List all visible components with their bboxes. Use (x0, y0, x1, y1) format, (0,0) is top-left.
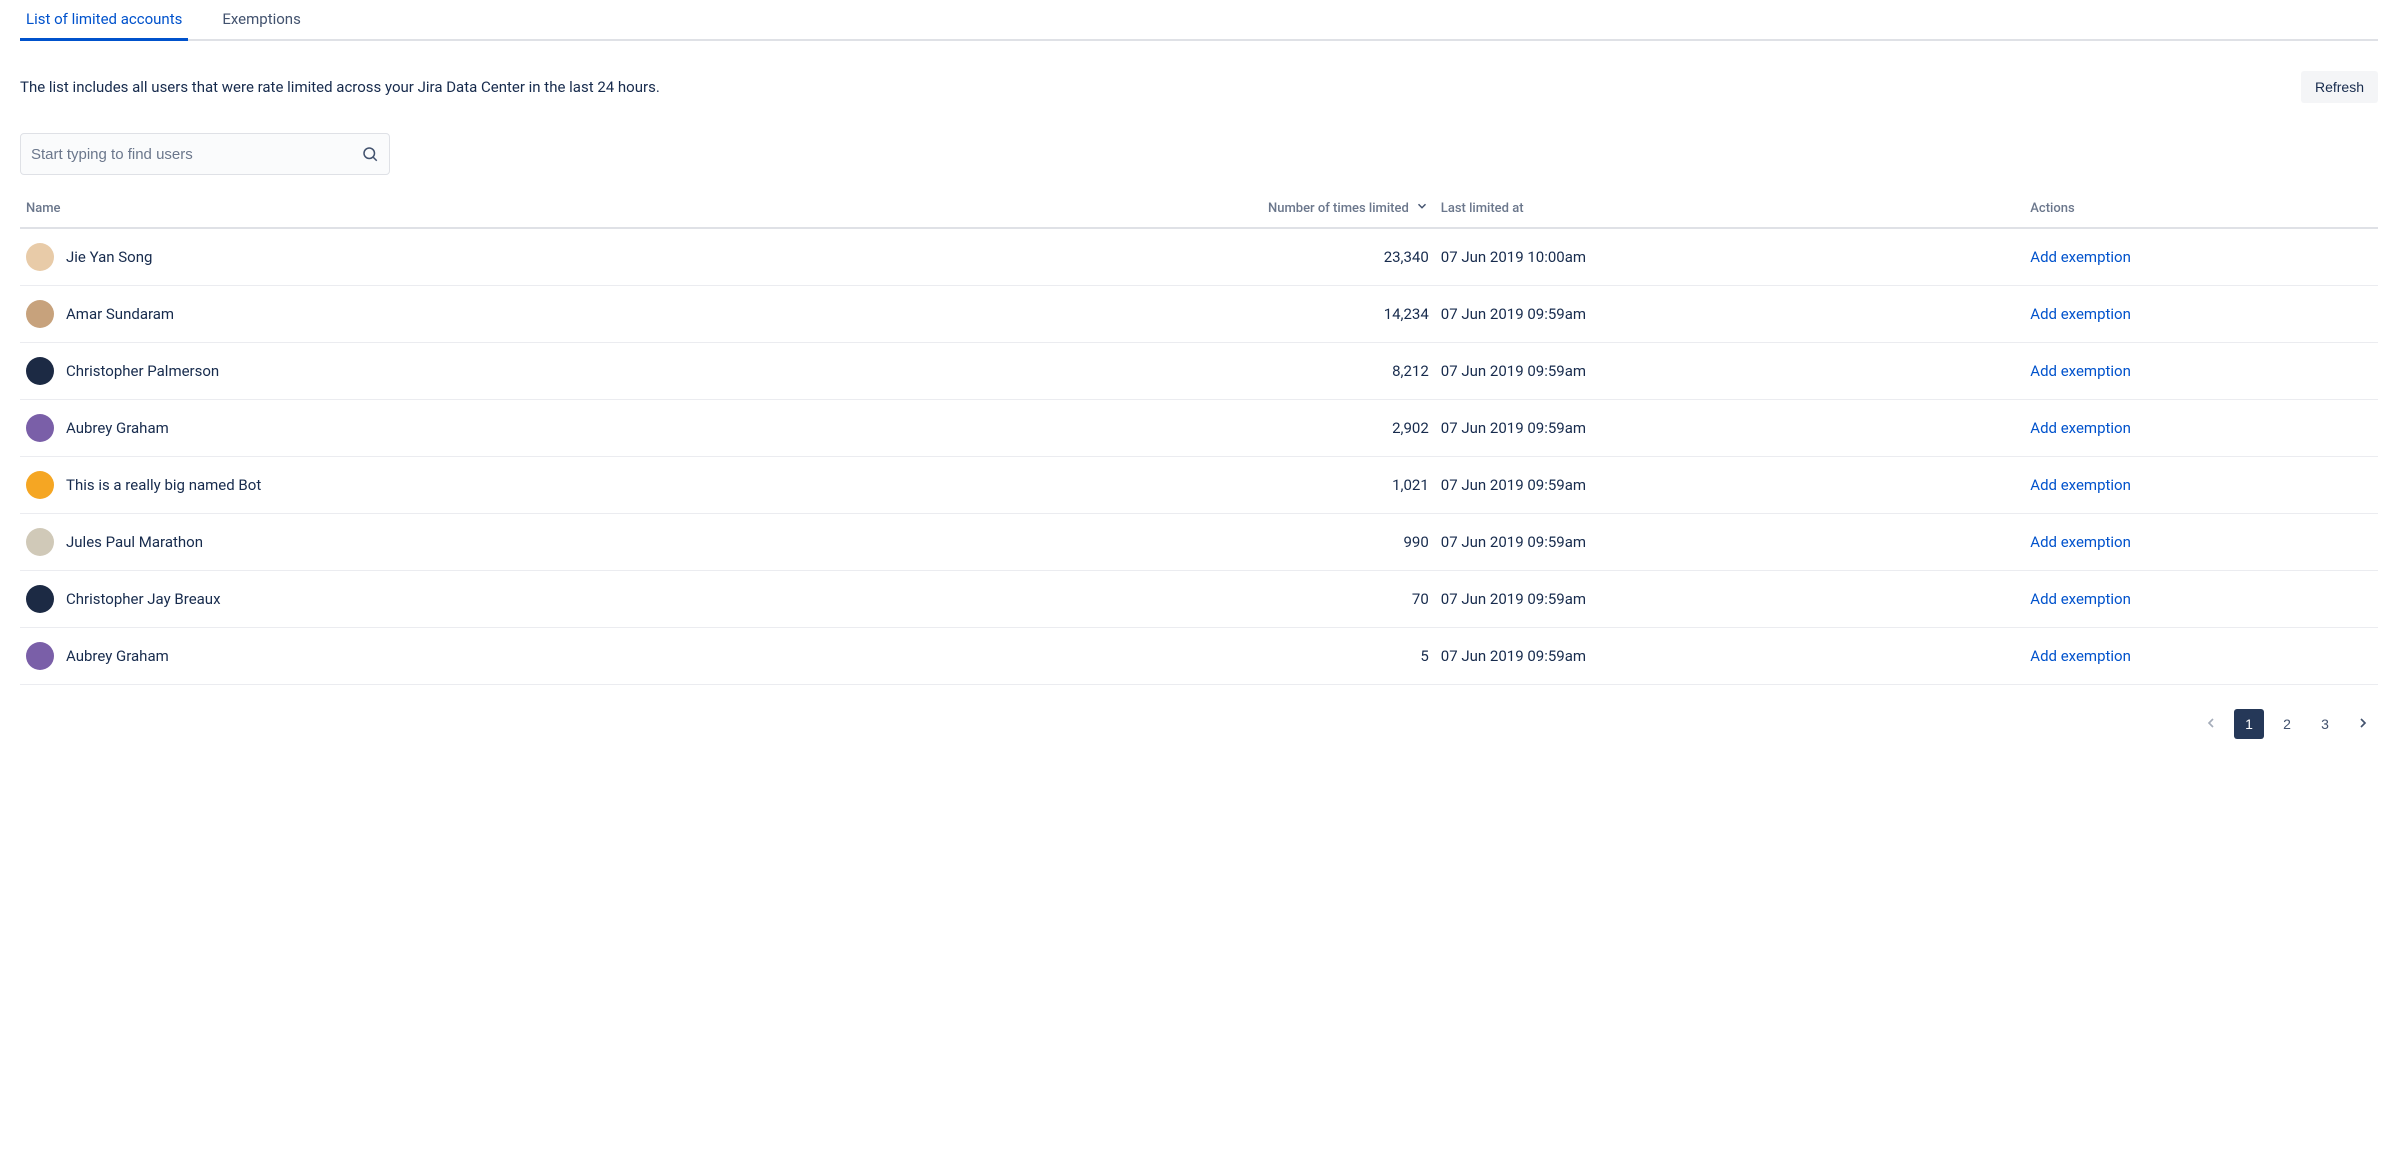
search-input-wrapper[interactable] (20, 133, 390, 175)
user-name: Jules Paul Marathon (66, 533, 203, 551)
cell-last-limited: 07 Jun 2019 09:59am (1435, 571, 2025, 628)
cell-actions: Add exemption (2024, 628, 2378, 685)
chevron-left-icon (2203, 715, 2219, 734)
cell-name: Christopher Palmerson (20, 343, 1010, 400)
cell-name: This is a really big named Bot (20, 457, 1010, 514)
chevron-down-icon (1415, 199, 1429, 217)
cell-name: Jie Yan Song (20, 228, 1010, 286)
column-header-last[interactable]: Last limited at (1435, 191, 2025, 228)
pagination-page-3[interactable]: 3 (2310, 709, 2340, 739)
user-name: Christopher Palmerson (66, 362, 219, 380)
description-text: The list includes all users that were ra… (20, 78, 660, 96)
cell-last-limited: 07 Jun 2019 09:59am (1435, 628, 2025, 685)
search-input[interactable] (31, 146, 361, 163)
table-row: Christopher Jay Breaux 7007 Jun 2019 09:5… (20, 571, 2378, 628)
cell-last-limited: 07 Jun 2019 09:59am (1435, 457, 2025, 514)
cell-count: 990 (1010, 514, 1434, 571)
user-name: Jie Yan Song (66, 248, 152, 266)
user-name: Amar Sundaram (66, 305, 174, 323)
cell-count: 70 (1010, 571, 1434, 628)
avatar (26, 300, 54, 328)
cell-name: Aubrey Graham (20, 628, 1010, 685)
pagination-page-1[interactable]: 1 (2234, 709, 2264, 739)
cell-actions: Add exemption (2024, 514, 2378, 571)
column-header-actions: Actions (2024, 191, 2378, 228)
pagination-page-2[interactable]: 2 (2272, 709, 2302, 739)
table-row: Jie Yan Song 23,34007 Jun 2019 10:00am Add… (20, 228, 2378, 286)
cell-actions: Add exemption (2024, 571, 2378, 628)
cell-count: 8,212 (1010, 343, 1434, 400)
cell-actions: Add exemption (2024, 286, 2378, 343)
add-exemption-link[interactable]: Add exemption (2030, 590, 2131, 608)
chevron-right-icon (2355, 715, 2371, 734)
table-row: This is a really big named Bot 1,02107 Ju… (20, 457, 2378, 514)
refresh-button[interactable]: Refresh (2301, 71, 2378, 103)
cell-count: 5 (1010, 628, 1434, 685)
tab-exemptions[interactable]: Exemptions (216, 2, 307, 41)
cell-actions: Add exemption (2024, 457, 2378, 514)
cell-count: 1,021 (1010, 457, 1434, 514)
cell-count: 2,902 (1010, 400, 1434, 457)
user-name: Christopher Jay Breaux (66, 590, 221, 608)
pagination-next[interactable] (2348, 709, 2378, 739)
cell-last-limited: 07 Jun 2019 09:59am (1435, 343, 2025, 400)
description-row: The list includes all users that were ra… (20, 71, 2378, 103)
pagination-prev[interactable] (2196, 709, 2226, 739)
avatar (26, 585, 54, 613)
column-header-count-label: Number of times limited (1268, 201, 1409, 216)
tabs-bar: List of limited accounts Exemptions (20, 0, 2378, 41)
cell-name: Amar Sundaram (20, 286, 1010, 343)
pagination: 123 (20, 709, 2378, 779)
add-exemption-link[interactable]: Add exemption (2030, 248, 2131, 266)
table-row: Jules Paul Marathon 99007 Jun 2019 09:59a… (20, 514, 2378, 571)
column-header-count[interactable]: Number of times limited (1010, 191, 1434, 228)
tab-limited-accounts[interactable]: List of limited accounts (20, 2, 188, 41)
cell-last-limited: 07 Jun 2019 09:59am (1435, 286, 2025, 343)
add-exemption-link[interactable]: Add exemption (2030, 647, 2131, 665)
cell-name: Jules Paul Marathon (20, 514, 1010, 571)
cell-last-limited: 07 Jun 2019 09:59am (1435, 514, 2025, 571)
user-name: Aubrey Graham (66, 647, 169, 665)
cell-actions: Add exemption (2024, 400, 2378, 457)
add-exemption-link[interactable]: Add exemption (2030, 362, 2131, 380)
table-row: Amar Sundaram 14,23407 Jun 2019 09:59am Ad… (20, 286, 2378, 343)
add-exemption-link[interactable]: Add exemption (2030, 419, 2131, 437)
cell-actions: Add exemption (2024, 228, 2378, 286)
cell-last-limited: 07 Jun 2019 10:00am (1435, 228, 2025, 286)
add-exemption-link[interactable]: Add exemption (2030, 476, 2131, 494)
cell-actions: Add exemption (2024, 343, 2378, 400)
cell-name: Aubrey Graham (20, 400, 1010, 457)
table-row: Christopher Palmerson 8,21207 Jun 2019 09… (20, 343, 2378, 400)
avatar (26, 414, 54, 442)
avatar (26, 528, 54, 556)
user-name: Aubrey Graham (66, 419, 169, 437)
cell-name: Christopher Jay Breaux (20, 571, 1010, 628)
avatar (26, 357, 54, 385)
table-row: Aubrey Graham 507 Jun 2019 09:59am Add exe… (20, 628, 2378, 685)
avatar (26, 471, 54, 499)
table-row: Aubrey Graham 2,90207 Jun 2019 09:59am Add… (20, 400, 2378, 457)
add-exemption-link[interactable]: Add exemption (2030, 305, 2131, 323)
column-header-name[interactable]: Name (20, 191, 1010, 228)
cell-count: 23,340 (1010, 228, 1434, 286)
avatar (26, 642, 54, 670)
user-name: This is a really big named Bot (66, 476, 261, 494)
cell-last-limited: 07 Jun 2019 09:59am (1435, 400, 2025, 457)
avatar (26, 243, 54, 271)
limited-accounts-table: Name Number of times limited Last limite… (20, 191, 2378, 685)
search-icon (361, 145, 379, 163)
cell-count: 14,234 (1010, 286, 1434, 343)
add-exemption-link[interactable]: Add exemption (2030, 533, 2131, 551)
